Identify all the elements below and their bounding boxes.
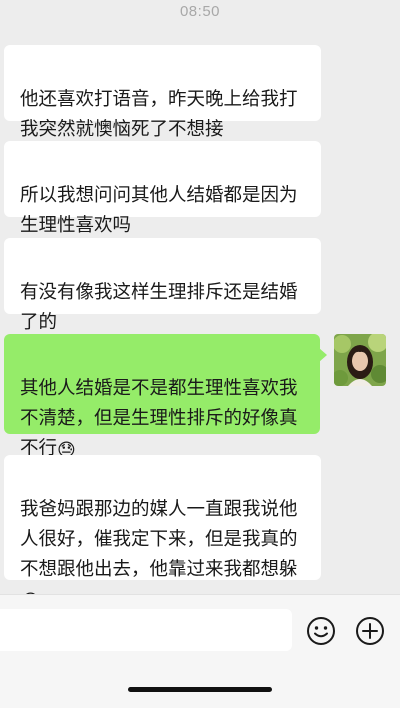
message-text: 所以我想问问其他人结婚都是因为生理性喜欢吗 [20, 185, 298, 236]
input-bar [0, 594, 400, 708]
message-text: 有没有像我这样生理排斥还是结婚了的 [20, 282, 298, 333]
avatar-photo-icon [334, 334, 386, 386]
smiley-face-icon [307, 617, 335, 645]
incoming-message-4[interactable]: 我爸妈跟那边的媒人一直跟我说他人很好，催我定下来，但是我真的不想跟他出去，他靠过… [4, 455, 321, 611]
incoming-message-3[interactable]: 有没有像我这样生理排斥还是结婚了的 [4, 238, 321, 333]
message-text: 他还喜欢打语音，昨天晚上给我打我突然就懊恼死了不想接 [20, 89, 298, 140]
incoming-message-1[interactable]: 他还喜欢打语音，昨天晚上给我打我突然就懊恼死了不想接 [4, 45, 321, 140]
chat-screen: 08:50 他还喜欢打语音，昨天晚上给我打我突然就懊恼死了不想接 所以我想问问其… [0, 0, 400, 708]
user-avatar[interactable] [334, 334, 386, 386]
message-timestamp: 08:50 [179, 3, 221, 20]
incoming-message-2[interactable]: 所以我想问问其他人结婚都是因为生理性喜欢吗 [4, 141, 321, 236]
plus-circle-icon [356, 617, 384, 645]
home-indicator [128, 687, 272, 692]
bubble-tail [319, 348, 327, 362]
message-text: 我爸妈跟那边的媒人一直跟我说他人很好，催我定下来，但是我真的不想跟他出去，他靠过… [20, 499, 298, 580]
message-input[interactable] [0, 609, 292, 651]
outgoing-message-1[interactable]: 其他人结婚是不是都生理性喜欢我不清楚，但是生理性排斥的好像真不行😓 [4, 334, 327, 460]
more-button[interactable] [355, 616, 385, 646]
emoji-button[interactable] [306, 616, 336, 646]
